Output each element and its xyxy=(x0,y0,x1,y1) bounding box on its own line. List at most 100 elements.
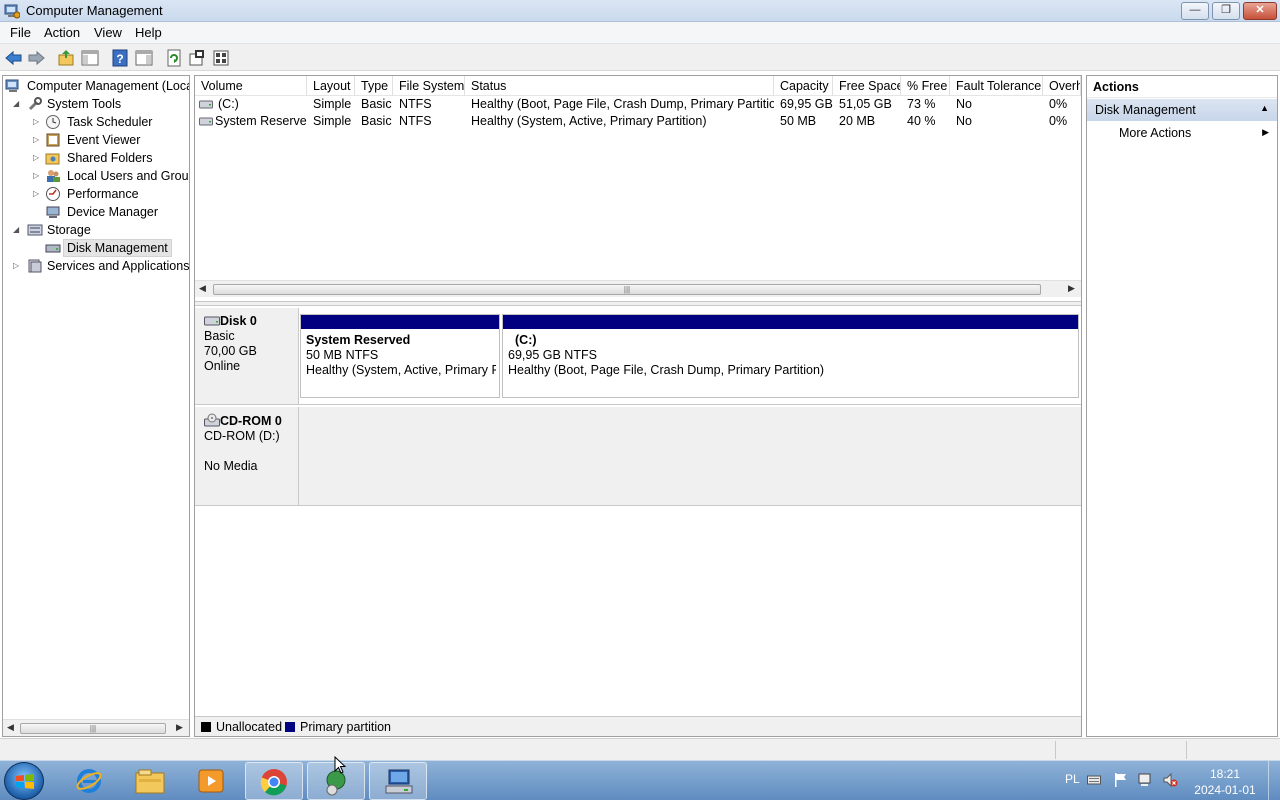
taskbar-chrome[interactable] xyxy=(245,762,303,800)
column-header-capacity[interactable]: Capacity xyxy=(774,76,833,96)
close-button[interactable]: ✕ xyxy=(1243,2,1277,20)
actions-pane: Actions Disk Management ▲ More Actions ▶ xyxy=(1086,75,1278,737)
language-indicator[interactable]: PL xyxy=(1065,772,1080,786)
properties-icon[interactable] xyxy=(187,48,207,68)
chrome-icon xyxy=(260,769,287,796)
collapsed-arrow-icon[interactable]: ▷ xyxy=(13,257,19,275)
storage-icon xyxy=(27,224,43,236)
taskbar: PL 18:21 2024-01-01 xyxy=(0,760,1280,800)
legend-primary-partition: Primary partition xyxy=(300,720,391,734)
volume-muted-icon[interactable] xyxy=(1162,772,1178,788)
show-hide-console-tree-icon[interactable] xyxy=(80,48,100,68)
column-header-free-space[interactable]: Free Space xyxy=(833,76,901,96)
table-row[interactable]: System Reserved Simple Basic NTFS Health… xyxy=(195,113,1081,130)
taskbar-media-player[interactable] xyxy=(182,762,240,800)
partition-c-drive[interactable]: (C:) 69,95 GB NTFS Healthy (Boot, Page F… xyxy=(502,314,1079,398)
actions-header: Actions xyxy=(1087,76,1277,98)
tree-label: Computer Management (Local xyxy=(27,79,190,93)
column-header-percent-free[interactable]: % Free xyxy=(901,76,950,96)
refresh-icon[interactable] xyxy=(164,48,184,68)
disk-name: Disk 0 xyxy=(220,314,257,328)
legend-unallocated: Unallocated xyxy=(216,720,283,734)
volume-list-horizontal-scrollbar[interactable]: ◀ ||| ▶ xyxy=(195,280,1081,297)
scroll-right-icon[interactable]: ▶ xyxy=(1068,283,1075,294)
column-header-layout[interactable]: Layout xyxy=(307,76,355,96)
help-icon[interactable]: ? xyxy=(110,48,130,68)
volume-type: Basic xyxy=(361,97,392,111)
cdrom-icon xyxy=(204,413,220,427)
users-icon xyxy=(47,170,60,182)
collapsed-arrow-icon[interactable]: ▷ xyxy=(33,113,39,131)
keyboard-icon[interactable] xyxy=(1087,774,1101,786)
clock-date: 2024-01-01 xyxy=(1194,783,1256,797)
submenu-arrow-icon[interactable]: ▶ xyxy=(1262,127,1269,138)
show-desktop-button[interactable] xyxy=(1268,761,1280,800)
volume-free-space: 51,05 GB xyxy=(839,97,892,111)
column-header-type[interactable]: Type xyxy=(355,76,393,96)
actions-section-disk-management[interactable]: Disk Management ▲ xyxy=(1087,99,1277,121)
expanded-arrow-icon[interactable]: ◢ xyxy=(13,95,19,113)
column-header-file-system[interactable]: File System xyxy=(393,76,465,96)
more-actions-link[interactable]: More Actions xyxy=(1119,126,1191,140)
taskbar-computer-management[interactable] xyxy=(369,762,427,800)
up-folder-icon[interactable] xyxy=(56,48,76,68)
expanded-arrow-icon[interactable]: ◢ xyxy=(13,221,19,239)
menu-file[interactable]: File xyxy=(10,25,31,40)
scroll-right-icon[interactable]: ▶ xyxy=(176,722,183,733)
console-tree: Computer Management (Local ◢ System Tool… xyxy=(2,75,190,737)
collapsed-arrow-icon[interactable]: ▷ xyxy=(33,167,39,185)
windows-logo-icon xyxy=(16,774,34,789)
disk-state: Online xyxy=(204,359,241,373)
action-center-flag-icon[interactable] xyxy=(1114,772,1128,788)
cdrom-0-empty-area[interactable] xyxy=(299,407,1081,506)
scroll-left-icon[interactable]: ◀ xyxy=(199,283,206,294)
forward-arrow-icon[interactable] xyxy=(26,48,46,68)
column-header-fault-tolerance[interactable]: Fault Tolerance xyxy=(950,76,1043,96)
column-header-volume[interactable]: Volume xyxy=(195,76,307,96)
collapsed-arrow-icon[interactable]: ▷ xyxy=(33,185,39,203)
volume-file-system: NTFS xyxy=(399,97,432,111)
menu-view[interactable]: View xyxy=(94,25,122,40)
volume-status: Healthy (System, Active, Primary Partiti… xyxy=(471,114,707,128)
scroll-left-icon[interactable]: ◀ xyxy=(7,722,14,733)
graphical-disk-view: Disk 0 Basic 70,00 GB Online System Rese… xyxy=(195,308,1081,718)
minimize-button[interactable]: — xyxy=(1181,2,1209,20)
disk-management-icon xyxy=(45,244,61,253)
clock[interactable]: 18:21 2024-01-01 xyxy=(1190,766,1260,798)
menu-help[interactable]: Help xyxy=(135,25,162,40)
tree-label: Event Viewer xyxy=(67,133,141,147)
computer-management-icon xyxy=(385,769,413,794)
show-hide-action-pane-icon[interactable] xyxy=(134,48,154,68)
tree-label: Device Manager xyxy=(67,205,159,219)
back-arrow-icon[interactable] xyxy=(4,48,24,68)
disk-0-label[interactable]: Disk 0 Basic 70,00 GB Online xyxy=(195,308,299,405)
table-row[interactable]: (C:) Simple Basic NTFS Healthy (Boot, Pa… xyxy=(195,96,1081,113)
shared-folder-icon xyxy=(45,153,60,165)
collapse-up-icon[interactable]: ▲ xyxy=(1260,103,1269,113)
volume-list-header: Volume Layout Type File System Status Ca… xyxy=(195,76,1081,96)
menu-action[interactable]: Action xyxy=(44,25,80,40)
hard-disk-icon xyxy=(204,316,220,326)
network-icon[interactable] xyxy=(1138,772,1154,788)
export-icon[interactable] xyxy=(211,48,231,68)
partition-name: System Reserved xyxy=(306,333,411,347)
status-bar xyxy=(0,738,1280,760)
drive-icon xyxy=(199,100,213,109)
internet-explorer-icon xyxy=(76,769,102,793)
collapsed-arrow-icon[interactable]: ▷ xyxy=(33,149,39,167)
column-header-status[interactable]: Status xyxy=(465,76,774,96)
column-header-overhead[interactable]: Overh xyxy=(1043,76,1081,96)
pane-splitter[interactable] xyxy=(195,301,1081,306)
scrollbar-thumb[interactable]: ||| xyxy=(213,284,1041,295)
volume-layout: Simple xyxy=(313,97,352,111)
scrollbar-thumb[interactable]: ||| xyxy=(20,723,166,734)
restore-button[interactable]: ❐ xyxy=(1212,2,1240,20)
partition-system-reserved[interactable]: System Reserved 50 MB NTFS Healthy (Syst… xyxy=(300,314,500,398)
start-button[interactable] xyxy=(4,762,44,800)
taskbar-file-explorer[interactable] xyxy=(121,762,179,800)
tree-label: Local Users and Groups xyxy=(67,169,190,183)
collapsed-arrow-icon[interactable]: ▷ xyxy=(33,131,39,149)
tree-horizontal-scrollbar[interactable]: ◀ ||| ▶ xyxy=(3,719,189,736)
cdrom-0-label[interactable]: CD-ROM 0 CD-ROM (D:) No Media xyxy=(195,407,299,506)
taskbar-internet-explorer[interactable] xyxy=(60,762,118,800)
